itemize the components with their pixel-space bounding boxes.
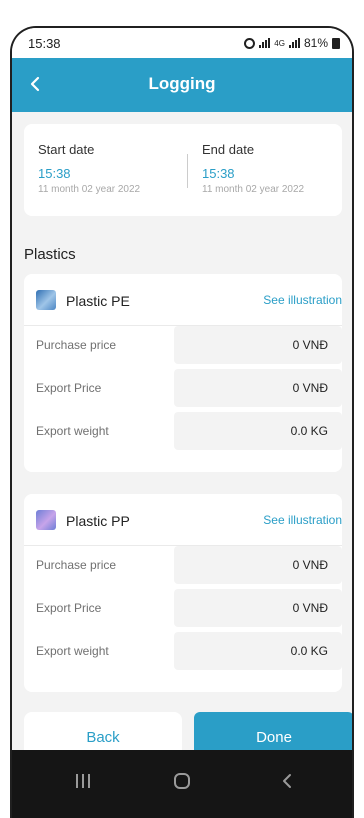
purchase-price-row: Purchase price 0 VNĐ: [24, 326, 342, 364]
end-date-picker[interactable]: End date 15:38 11 month 02 year 2022: [202, 142, 304, 195]
status-bar: 15:38 4G 81%: [12, 28, 352, 58]
start-date-label: Start date: [38, 142, 95, 157]
system-nav-bar: [12, 750, 352, 818]
product-header: Plastic PP See illustration: [24, 494, 342, 546]
start-date-value: 11 month 02 year 2022: [38, 184, 141, 195]
page-title: Logging: [148, 74, 216, 93]
end-date-label: End date: [202, 142, 255, 157]
phone-screen: 15:38 4G 81% Logging Start date 15:38 11…: [10, 26, 354, 818]
plastic-pp-icon: [36, 510, 56, 530]
product-name: Plastic PP: [66, 513, 130, 529]
device: 15:38 4G 81% Logging Start date 15:38 11…: [0, 0, 364, 818]
status-time: 15:38: [28, 36, 61, 51]
row-label: Export Price: [36, 381, 102, 395]
export-price-row: Export Price 0 VNĐ: [24, 369, 342, 407]
section-title: Plastics: [24, 246, 76, 263]
network-type-label: 4G: [274, 38, 285, 48]
product-card-pe: Plastic PE See illustration Purchase pri…: [24, 274, 342, 472]
row-label: Export weight: [36, 644, 109, 658]
alarm-icon: [244, 37, 256, 49]
purchase-price-field[interactable]: 0 VNĐ: [174, 546, 342, 584]
battery-icon: [332, 37, 340, 49]
home-icon[interactable]: [174, 773, 190, 789]
purchase-price-row: Purchase price 0 VNĐ: [24, 546, 342, 584]
date-range-card: Start date 15:38 11 month 02 year 2022 E…: [24, 124, 342, 216]
battery-percent: 81%: [303, 36, 328, 50]
status-icons: 4G 81%: [244, 36, 340, 50]
product-card-pp: Plastic PP See illustration Purchase pri…: [24, 494, 342, 692]
start-time-value: 15:38: [38, 166, 71, 181]
export-price-field[interactable]: 0 VNĐ: [174, 589, 342, 627]
export-weight-row: Export weight 0.0 KG: [24, 632, 342, 670]
date-divider: [187, 154, 188, 188]
row-label: Purchase price: [36, 338, 117, 352]
row-label: Export weight: [36, 424, 109, 438]
product-name: Plastic PE: [66, 293, 130, 309]
export-weight-field[interactable]: 0.0 KG: [174, 412, 342, 450]
app-header: Logging: [12, 58, 352, 112]
export-price-field[interactable]: 0 VNĐ: [174, 369, 342, 407]
signal-icon: [288, 38, 300, 48]
export-price-row: Export Price 0 VNĐ: [24, 589, 342, 627]
signal-icon: [259, 38, 271, 48]
see-illustration-link[interactable]: See illustration: [263, 293, 342, 307]
start-date-picker[interactable]: Start date 15:38 11 month 02 year 2022: [38, 142, 140, 195]
row-label: Purchase price: [36, 558, 117, 572]
export-weight-field[interactable]: 0.0 KG: [174, 632, 342, 670]
row-label: Export Price: [36, 601, 102, 615]
end-time-value: 15:38: [202, 166, 235, 181]
product-header: Plastic PE See illustration: [24, 274, 342, 326]
export-weight-row: Export weight 0.0 KG: [24, 412, 342, 450]
plastic-pe-icon: [36, 290, 56, 310]
purchase-price-field[interactable]: 0 VNĐ: [174, 326, 342, 364]
end-date-value: 11 month 02 year 2022: [202, 184, 305, 195]
recent-apps-icon[interactable]: [76, 774, 94, 788]
nav-back-icon[interactable]: [278, 772, 296, 790]
see-illustration-link[interactable]: See illustration: [263, 513, 342, 527]
